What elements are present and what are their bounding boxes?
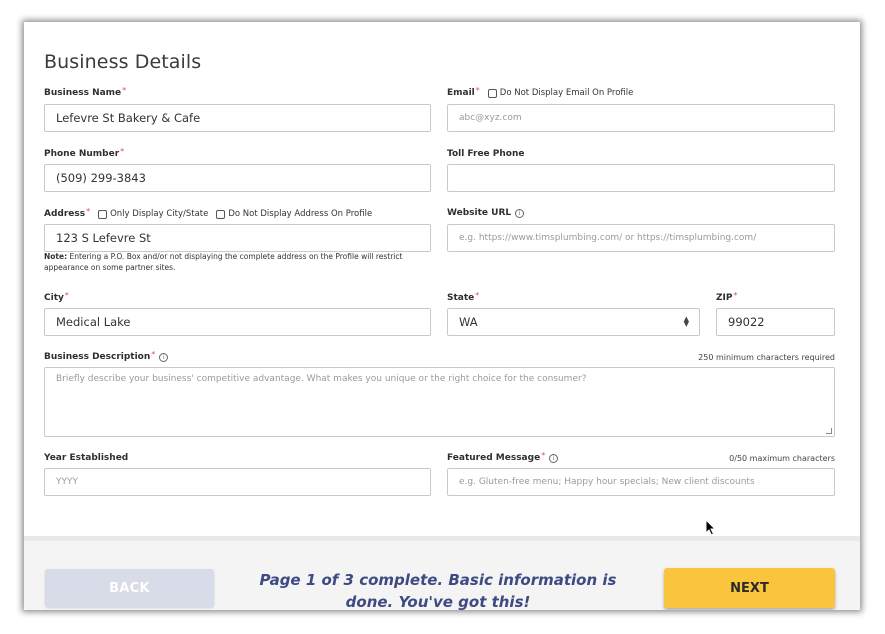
state-value: WA xyxy=(459,315,478,329)
hide-email-checkbox[interactable]: Do Not Display Email On Profile xyxy=(487,88,634,98)
description-label: Business Description * i xyxy=(44,349,169,362)
next-button[interactable]: NEXT xyxy=(664,568,835,608)
info-icon[interactable]: i xyxy=(549,453,559,463)
hide-email-checkbox-label: Do Not Display Email On Profile xyxy=(499,88,634,98)
toll-free-input[interactable] xyxy=(447,164,835,192)
required-marker: * xyxy=(120,146,125,156)
business-name-label: Business Name * xyxy=(44,85,127,99)
wizard-footer: BACK Page 1 of 3 complete. Basic informa… xyxy=(24,536,860,610)
required-marker: * xyxy=(475,85,480,95)
website-placeholder: e.g. https://www.timsplumbing.com/ or ht… xyxy=(459,233,757,243)
back-button[interactable]: BACK xyxy=(45,569,214,607)
required-marker: * xyxy=(122,85,127,95)
address-input[interactable]: 123 S Lefevre St xyxy=(44,224,431,252)
address-note-bold: Note: xyxy=(44,252,68,261)
email-label: Email * Do Not Display Email On Profile xyxy=(447,85,634,99)
hide-address-label: Do Not Display Address On Profile xyxy=(228,209,373,219)
state-select[interactable]: WA ▲ ▼ xyxy=(447,308,700,336)
website-input[interactable]: e.g. https://www.timsplumbing.com/ or ht… xyxy=(447,224,835,252)
toll-free-label-text: Toll Free Phone xyxy=(447,149,525,159)
zip-label-text: ZIP xyxy=(716,293,733,303)
section-title: Business Details xyxy=(44,51,202,73)
business-details-form: Business Details Business Name * Lefevre … xyxy=(24,22,860,536)
form-window: Business Details Business Name * Lefevre … xyxy=(24,22,860,610)
info-icon[interactable]: i xyxy=(515,208,525,218)
select-arrows-icon: ▲ ▼ xyxy=(683,315,689,328)
business-name-input[interactable]: Lefevre St Bakery & Cafe xyxy=(44,104,431,132)
year-placeholder: YYYY xyxy=(56,477,78,487)
checkbox-icon[interactable] xyxy=(216,209,226,219)
phone-value: (509) 299-3843 xyxy=(56,171,146,185)
phone-label-text: Phone Number xyxy=(44,149,120,159)
checkbox-icon[interactable] xyxy=(487,88,497,98)
required-marker: * xyxy=(541,450,546,460)
resize-grip-icon[interactable] xyxy=(826,428,832,434)
year-input[interactable]: YYYY xyxy=(44,468,431,496)
featured-label-text: Featured Message xyxy=(447,453,541,463)
website-label-text: Website URL xyxy=(447,208,512,218)
address-note: Note: Entering a P.O. Box and/or not dis… xyxy=(44,251,424,273)
year-label: Year Established xyxy=(44,453,128,463)
state-label-text: State xyxy=(447,293,475,303)
checkbox-icon[interactable] xyxy=(98,209,108,219)
required-marker: * xyxy=(86,206,91,216)
city-input[interactable]: Medical Lake xyxy=(44,308,431,336)
email-input[interactable]: abc@xyz.com xyxy=(447,104,835,132)
progress-message: Page 1 of 3 complete. Basic information … xyxy=(259,571,617,610)
featured-input[interactable]: e.g. Gluten-free menu; Happy hour specia… xyxy=(447,468,835,496)
address-label: Address * Only Display City/State Do Not … xyxy=(44,206,372,220)
description-placeholder: Briefly describe your business' competit… xyxy=(56,374,587,384)
state-label: State * xyxy=(447,290,480,304)
featured-placeholder: e.g. Gluten-free menu; Happy hour specia… xyxy=(459,477,755,487)
city-label: City * xyxy=(44,290,69,304)
zip-input[interactable]: 99022 xyxy=(716,308,835,336)
mouse-cursor-icon xyxy=(705,519,717,536)
info-icon[interactable]: i xyxy=(159,352,169,362)
phone-label: Phone Number * xyxy=(44,146,125,160)
address-note-text: Entering a P.O. Box and/or not displayin… xyxy=(44,252,403,272)
city-value: Medical Lake xyxy=(56,315,131,329)
website-label: Website URL i xyxy=(447,208,525,218)
business-name-value: Lefevre St Bakery & Cafe xyxy=(56,111,201,125)
year-label-text: Year Established xyxy=(44,453,129,463)
zip-value: 99022 xyxy=(728,315,765,329)
toll-free-label: Toll Free Phone xyxy=(447,149,524,159)
city-state-only-checkbox[interactable]: Only Display City/State xyxy=(98,209,208,219)
required-marker: * xyxy=(733,290,738,300)
email-placeholder: abc@xyz.com xyxy=(459,113,522,123)
hide-address-checkbox[interactable]: Do Not Display Address On Profile xyxy=(216,209,372,219)
business-name-label-text: Business Name xyxy=(44,88,122,98)
address-value: 123 S Lefevre St xyxy=(56,231,151,245)
featured-label: Featured Message * i xyxy=(447,450,559,463)
featured-max-hint: 0/50 maximum characters xyxy=(729,454,835,463)
city-label-text: City xyxy=(44,293,64,303)
city-state-only-label: Only Display City/State xyxy=(110,209,209,219)
required-marker: * xyxy=(151,349,156,359)
required-marker: * xyxy=(475,290,480,300)
zip-label: ZIP * xyxy=(716,290,738,304)
email-label-text: Email xyxy=(447,88,475,98)
phone-input[interactable]: (509) 299-3843 xyxy=(44,164,431,192)
description-min-hint: 250 minimum characters required xyxy=(698,353,835,362)
description-textarea[interactable]: Briefly describe your business' competit… xyxy=(44,367,835,437)
description-label-text: Business Description xyxy=(44,352,151,362)
required-marker: * xyxy=(64,290,69,300)
address-label-text: Address xyxy=(44,209,86,219)
